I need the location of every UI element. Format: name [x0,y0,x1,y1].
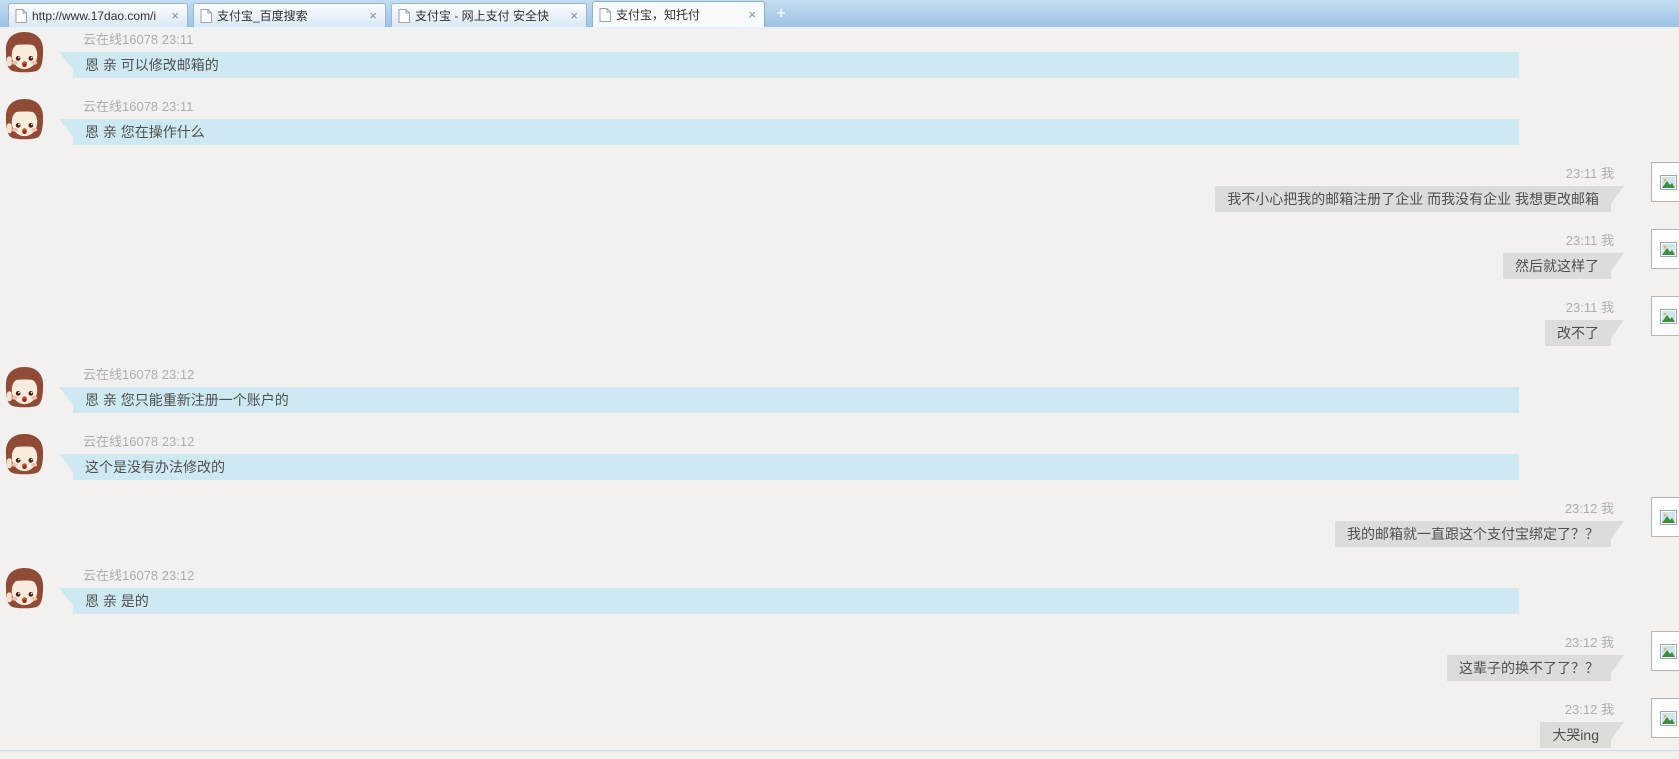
self-label: 我 [1600,166,1614,181]
message-bubble: 这辈子的换不了了？？ [1447,655,1611,681]
broken-image-icon [1660,643,1677,659]
self-label: 我 [1600,501,1614,516]
self-avatar [1651,296,1679,336]
message-time: 23:11 [1565,233,1598,248]
new-tab-button[interactable]: + [770,4,792,24]
message-bubble: 恩 亲 您只能重新注册一个账户的 [73,387,1519,413]
close-icon[interactable]: × [169,9,181,22]
message-bubble: 我的邮箱就一直跟这个支付宝绑定了？？ [1335,521,1611,547]
agent-name: 云在线16078 [83,32,159,47]
agent-avatar [2,365,47,410]
message-time: 23:12 [1564,702,1598,717]
message-row-self: 23:11 我 然后就这样了 [0,229,1679,279]
close-icon[interactable]: × [568,9,580,22]
page-icon [15,8,27,23]
message-header: 23:11 我 [1215,164,1614,183]
browser-tab-bar: http://www.17dao.com/i × 支付宝_百度搜索 × 支付宝 - 网上… [0,0,1679,27]
browser-tab[interactable]: 支付宝_百度搜索 × [193,3,386,27]
message-header: 云在线16078 23:12 [83,365,1679,384]
message-time: 23:12 [161,434,195,449]
message-time: 23:12 [1564,501,1598,516]
tab-title: http://www.17dao.com/i [32,8,157,23]
message-bubble: 恩 亲 是的 [73,588,1519,614]
broken-image-icon [1660,710,1677,726]
message-row-agent: 云在线16078 23:12 这个是没有办法修改的 [0,432,1679,480]
message-bubble: 大哭ing [1540,722,1611,748]
self-label: 我 [1600,635,1614,650]
message-header: 云在线16078 23:11 [83,97,1679,116]
chat-log[interactable]: 云在线16078 23:11 恩 亲 可以修改邮箱的 云在线16078 23:1… [0,29,1679,759]
self-avatar [1651,497,1679,537]
message-row-self: 23:11 我 我不小心把我的邮箱注册了企业 而我没有企业 我想更改邮箱 [0,162,1679,212]
agent-name: 云在线16078 [83,568,159,583]
message-row-self: 23:12 我 这辈子的换不了了？？ [0,631,1679,681]
page-icon [200,8,212,23]
message-row-self: 23:12 我 我的邮箱就一直跟这个支付宝绑定了？？ [0,497,1679,547]
self-avatar [1651,631,1679,671]
browser-tab[interactable]: 支付宝，知托付 × [592,1,765,27]
message-time: 23:12 [161,568,195,583]
browser-tab[interactable]: 支付宝 - 网上支付 安全快 × [391,3,587,27]
broken-image-icon [1660,241,1677,257]
girl-avatar-icon [5,567,44,609]
message-time: 23:12 [161,367,195,382]
self-avatar [1651,698,1679,738]
agent-name: 云在线16078 [83,367,159,382]
message-header: 23:12 我 [1540,700,1614,719]
close-icon[interactable]: × [367,9,379,22]
message-bubble: 改不了 [1545,320,1611,346]
agent-name: 云在线16078 [83,434,159,449]
self-avatar [1651,229,1679,269]
message-bubble: 恩 亲 可以修改邮箱的 [73,52,1519,78]
girl-avatar-icon [5,433,44,475]
message-row-agent: 云在线16078 23:11 恩 亲 您在操作什么 [0,97,1679,145]
browser-window: http://www.17dao.com/i × 支付宝_百度搜索 × 支付宝 - 网上… [0,0,1679,759]
message-row-agent: 云在线16078 23:12 恩 亲 您只能重新注册一个账户的 [0,365,1679,413]
message-header: 23:12 我 [1447,633,1614,652]
message-header: 云在线16078 23:12 [83,566,1679,585]
message-header: 23:11 我 [1503,231,1614,250]
message-bubble: 然后就这样了 [1503,253,1611,279]
message-bubble: 这个是没有办法修改的 [73,454,1519,480]
broken-image-icon [1660,509,1677,525]
agent-avatar [2,97,47,142]
tab-title: 支付宝 - 网上支付 安全快 [415,9,549,23]
message-row-self: 23:12 我 大哭ing [0,698,1679,748]
message-time: 23:11 [161,99,194,114]
chat-bottom-divider [0,750,1679,751]
message-time: 23:11 [1565,166,1598,181]
message-header: 云在线16078 23:11 [83,30,1679,49]
browser-tab[interactable]: http://www.17dao.com/i × [8,3,188,27]
girl-avatar-icon [5,31,44,73]
self-label: 我 [1600,300,1614,315]
self-avatar [1651,162,1679,202]
broken-image-icon [1660,174,1677,190]
message-time: 23:11 [1565,300,1598,315]
message-time: 23:11 [161,32,194,47]
self-label: 我 [1600,233,1614,248]
message-header: 云在线16078 23:12 [83,432,1679,451]
self-label: 我 [1600,702,1614,717]
message-bubble: 我不小心把我的邮箱注册了企业 而我没有企业 我想更改邮箱 [1215,186,1611,212]
girl-avatar-icon [5,366,44,408]
message-bubble: 恩 亲 您在操作什么 [73,119,1519,145]
close-icon[interactable]: × [746,8,758,21]
page-icon [398,8,410,23]
message-row-agent: 云在线16078 23:11 恩 亲 可以修改邮箱的 [0,30,1679,78]
message-header: 23:12 我 [1335,499,1614,518]
message-row-self: 23:11 我 改不了 [0,296,1679,346]
girl-avatar-icon [5,98,44,140]
agent-avatar [2,566,47,611]
agent-avatar [2,30,47,75]
tab-title: 支付宝_百度搜索 [217,9,308,23]
agent-name: 云在线16078 [83,99,159,114]
broken-image-icon [1660,308,1677,324]
message-time: 23:12 [1564,635,1598,650]
tab-title: 支付宝，知托付 [616,8,701,22]
message-row-agent: 云在线16078 23:12 恩 亲 是的 [0,566,1679,614]
agent-avatar [2,432,47,477]
message-header: 23:11 我 [1545,298,1614,317]
page-icon [599,7,611,22]
